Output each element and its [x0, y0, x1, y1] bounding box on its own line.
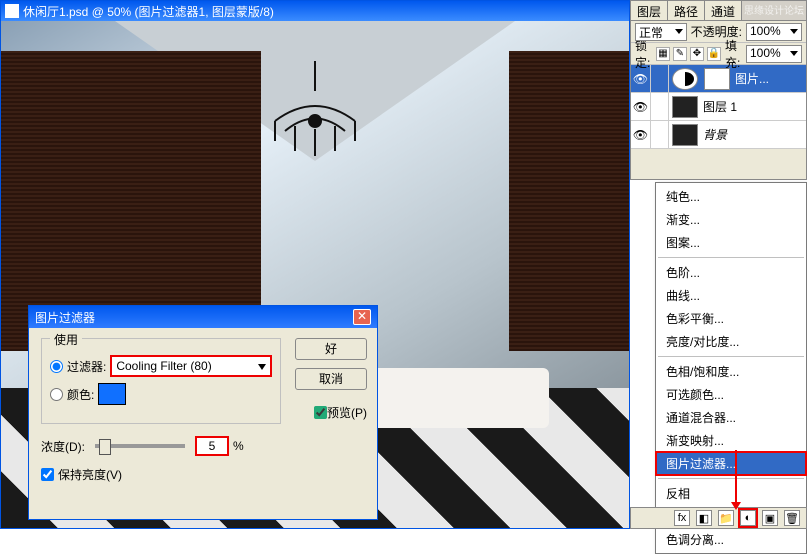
canvas-wood-right: [509, 51, 629, 351]
color-radio[interactable]: [50, 388, 63, 401]
filter-row: 过滤器: Cooling Filter (80): [50, 355, 272, 377]
new-adjustment-icon[interactable]: ◐: [740, 510, 756, 526]
density-row: 浓度(D): 5 %: [41, 436, 281, 456]
link-cell[interactable]: [651, 93, 669, 120]
ok-button[interactable]: 好: [295, 338, 367, 360]
adjustment-menu-item[interactable]: 色调分离...: [656, 528, 806, 551]
close-icon[interactable]: ✕: [353, 309, 371, 325]
adjustment-menu-item[interactable]: 通道混合器...: [656, 406, 806, 429]
preview-label: 预览(P): [327, 404, 367, 421]
layer-name[interactable]: 图片...: [733, 70, 806, 87]
adjustment-menu-item[interactable]: 图片过滤器...: [656, 452, 806, 475]
adjustment-menu-item[interactable]: 渐变...: [656, 208, 806, 231]
photo-filter-dialog: 图片过滤器 ✕ 使用 过滤器: Cooling Filter (80) 颜色: …: [28, 305, 378, 520]
layer-name[interactable]: 背景: [701, 126, 806, 143]
adjustment-thumb-icon[interactable]: [672, 68, 698, 90]
filter-label: 过滤器:: [67, 358, 106, 375]
color-label: 颜色:: [67, 386, 94, 403]
density-value[interactable]: 5: [195, 436, 229, 456]
tab-layers[interactable]: 图层: [631, 1, 668, 20]
folder-icon[interactable]: 📁: [718, 510, 734, 526]
preserve-luminosity-label: 保持亮度(V): [58, 466, 122, 483]
photo-filter-titlebar[interactable]: 图片过滤器 ✕: [29, 306, 377, 328]
density-slider[interactable]: [95, 444, 185, 448]
trash-icon[interactable]: 🗑: [784, 510, 800, 526]
color-row: 颜色:: [50, 383, 272, 405]
opacity-value: 100%: [750, 24, 781, 38]
adjustment-menu-item[interactable]: 渐变映射...: [656, 429, 806, 452]
photo-filter-buttons: 好 取消: [295, 338, 367, 390]
photo-filter-title: 图片过滤器: [35, 309, 95, 326]
link-cell[interactable]: [651, 65, 669, 92]
density-unit: %: [233, 439, 244, 453]
preview-checkbox[interactable]: [314, 406, 327, 419]
lock-move-icon[interactable]: ✥: [690, 47, 704, 61]
menu-separator: [658, 356, 804, 357]
layer-row[interactable]: 👁 背景: [631, 121, 806, 149]
adjustment-menu-item[interactable]: 色相/饱和度...: [656, 360, 806, 383]
adjustment-menu-item[interactable]: 可选颜色...: [656, 383, 806, 406]
cancel-button[interactable]: 取消: [295, 368, 367, 390]
link-cell[interactable]: [651, 121, 669, 148]
menu-separator: [658, 257, 804, 258]
mask-icon[interactable]: ◧: [696, 510, 712, 526]
lock-icons: ▦ ✎ ✥ 🔒: [656, 47, 721, 61]
opacity-select[interactable]: 100%: [746, 23, 802, 41]
adjustment-menu-item[interactable]: 图案...: [656, 231, 806, 254]
fill-value: 100%: [750, 46, 781, 60]
fill-label: 填充:: [725, 37, 742, 71]
adjustment-menu-item[interactable]: 亮度/对比度...: [656, 330, 806, 353]
photo-filter-use-group: 使用 过滤器: Cooling Filter (80) 颜色:: [41, 338, 281, 424]
fill-select[interactable]: 100%: [746, 45, 802, 63]
photo-filter-body: 使用 过滤器: Cooling Filter (80) 颜色: 浓度(D): 5…: [29, 328, 377, 499]
adjustment-menu-item[interactable]: 色彩平衡...: [656, 307, 806, 330]
visibility-icon[interactable]: 👁: [631, 121, 651, 148]
adjustment-menu-item[interactable]: 色阶...: [656, 261, 806, 284]
fx-icon[interactable]: fx: [674, 510, 690, 526]
preserve-row: 保持亮度(V): [41, 466, 365, 483]
mask-thumb-icon[interactable]: [704, 68, 730, 90]
lock-all-icon[interactable]: 🔒: [707, 47, 721, 61]
visibility-icon[interactable]: 👁: [631, 65, 651, 92]
new-layer-icon[interactable]: ▣: [762, 510, 778, 526]
adjustment-menu-item[interactable]: 曲线...: [656, 284, 806, 307]
density-label: 浓度(D):: [41, 438, 85, 455]
filter-radio[interactable]: [50, 360, 63, 373]
layers-panel-tabs: 图层 路径 通道: [631, 1, 806, 21]
blend-opacity-row: 正常 不透明度: 100%: [631, 21, 806, 43]
document-title: 休闲厅1.psd @ 50% (图片过滤器1, 图层蒙版/8): [23, 3, 274, 20]
menu-separator: [658, 478, 804, 479]
blend-mode-value: 正常: [639, 26, 663, 40]
preserve-luminosity-checkbox[interactable]: [41, 468, 54, 481]
layer-name[interactable]: 图层 1: [701, 98, 806, 115]
layers-panel-footer: fx ◧ 📁 ◐ ▣ 🗑: [630, 507, 807, 529]
tab-channels[interactable]: 通道: [705, 1, 742, 20]
filter-select-value: Cooling Filter (80): [116, 359, 211, 373]
filter-select[interactable]: Cooling Filter (80): [110, 355, 272, 377]
layer-row[interactable]: 👁 图片...: [631, 65, 806, 93]
lock-fill-row: 锁定: ▦ ✎ ✥ 🔒 填充: 100%: [631, 43, 806, 65]
document-titlebar[interactable]: 休闲厅1.psd @ 50% (图片过滤器1, 图层蒙版/8): [1, 1, 629, 21]
blend-mode-select[interactable]: 正常: [635, 23, 687, 41]
layer-thumb-icon[interactable]: [672, 124, 698, 146]
adjustment-menu-item[interactable]: 纯色...: [656, 185, 806, 208]
document-icon: [5, 4, 19, 18]
preview-row: 预览(P): [314, 404, 367, 421]
visibility-icon[interactable]: 👁: [631, 93, 651, 120]
canvas-chandelier: [255, 61, 375, 181]
use-group-label: 使用: [50, 331, 82, 348]
layers-panel: 思缘设计论坛 图层 路径 通道 正常 不透明度: 100% 锁定: ▦ ✎ ✥ …: [630, 0, 807, 180]
adjustment-menu: 纯色...渐变...图案... 色阶...曲线...色彩平衡...亮度/对比度..…: [655, 182, 807, 554]
annotation-arrow: [735, 450, 737, 508]
layer-row[interactable]: 👁 图层 1: [631, 93, 806, 121]
tab-paths[interactable]: 路径: [668, 1, 705, 20]
lock-brush-icon[interactable]: ✎: [673, 47, 687, 61]
layer-thumb-icon[interactable]: [672, 96, 698, 118]
layers-list: 👁 图片... 👁 图层 1 👁 背景: [631, 65, 806, 149]
lock-transparent-icon[interactable]: ▦: [656, 47, 670, 61]
color-swatch[interactable]: [98, 383, 126, 405]
